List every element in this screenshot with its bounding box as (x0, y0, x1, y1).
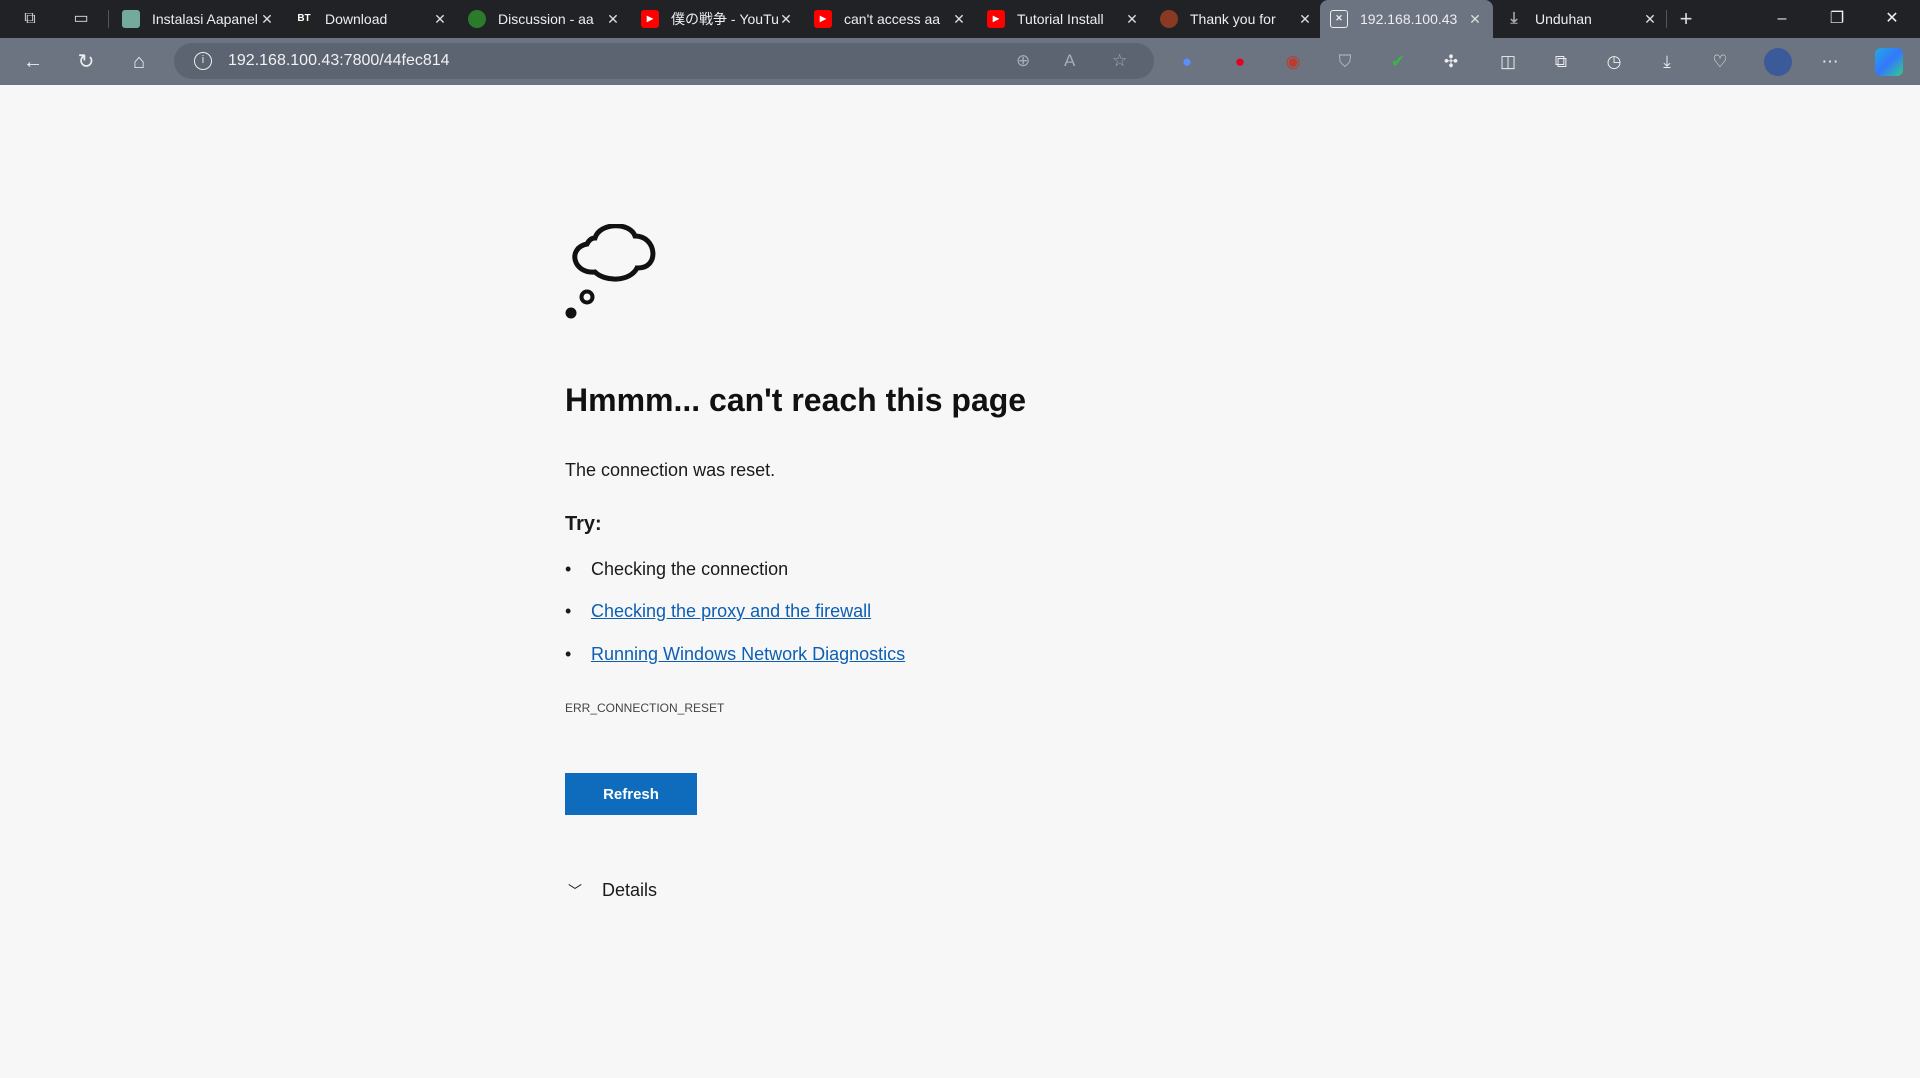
tab-label: 192.168.100.43 (1360, 11, 1458, 27)
collections-icon[interactable]: ⧉ (1549, 50, 1573, 74)
url-text[interactable]: 192.168.100.43:7800/44fec814 (228, 52, 450, 70)
tab-youtube-1[interactable]: ▶ 僕の戦争 - YouTube✕ (631, 0, 804, 38)
details-toggle[interactable]: ﹀ Details (568, 880, 657, 901)
adguard-icon[interactable]: ✔ (1386, 50, 1410, 74)
extension-drop-icon[interactable]: ● (1175, 50, 1199, 74)
tab-instalasi[interactable]: Instalasi Aapanel ✕ (112, 0, 285, 38)
tab-label: Unduhan (1535, 11, 1592, 27)
suggestion-item: • Checking the connection (565, 559, 789, 579)
tab-label: Discussion - aa (498, 11, 594, 27)
close-tab-icon[interactable]: ✕ (778, 11, 794, 28)
error-code: ERR_CONNECTION_RESET (565, 701, 725, 715)
suggestion-item: • Checking the proxy and the firewall (565, 601, 872, 621)
close-tab-icon[interactable]: ✕ (951, 11, 967, 28)
suggestion-text: Checking the connection (591, 559, 789, 579)
youtube-icon: ▶ (814, 10, 832, 28)
close-tab-icon[interactable]: ✕ (1124, 11, 1140, 28)
split-screen-icon[interactable]: ◫ (1496, 50, 1520, 74)
network-diagnostics-link[interactable]: Running Windows Network Diagnostics (591, 644, 905, 664)
more-icon[interactable]: ⋯ (1818, 50, 1842, 74)
toolbar: ← ↻ ⌂ i 192.168.100.43:7800/44fec814 ⊕ A… (0, 38, 1920, 85)
close-tab-icon[interactable]: ✕ (605, 11, 621, 28)
history-icon[interactable]: ◷ (1602, 50, 1626, 74)
tab-bar: ⧉ ▭ Instalasi Aapanel ✕ BT Download ✕ Discu… (0, 0, 1920, 38)
refresh-icon[interactable]: ↻ (73, 49, 99, 75)
close-tab-icon[interactable]: ✕ (1467, 11, 1483, 28)
new-tab-icon[interactable]: + (1676, 8, 1696, 30)
minimize-icon[interactable]: – (1759, 0, 1805, 38)
tab-active-192[interactable]: ✕ 192.168.100.43 ✕ (1320, 0, 1493, 38)
pinterest-icon[interactable]: ● (1228, 50, 1252, 74)
youtube-icon: ▶ (987, 10, 1005, 28)
zoom-icon[interactable]: ⊕ (1016, 51, 1030, 71)
hidden-eye-icon[interactable]: ◉ (1281, 50, 1305, 74)
close-tab-icon[interactable]: ✕ (432, 11, 448, 28)
read-aloud-icon[interactable]: A (1064, 51, 1075, 71)
proxy-firewall-link[interactable]: Checking the proxy and the firewall (591, 601, 871, 621)
close-tab-icon[interactable]: ✕ (1297, 11, 1313, 28)
tab-download[interactable]: BT Download ✕ (285, 0, 458, 38)
chevron-down-icon: ﹀ (568, 882, 582, 899)
tab-label: Thank you for (1190, 11, 1276, 27)
restore-icon[interactable]: ❐ (1814, 0, 1860, 38)
suggestion-item: • Running Windows Network Diagnostics (565, 644, 906, 664)
close-window-icon[interactable]: ✕ (1869, 0, 1915, 38)
tab-thank-you[interactable]: Thank you for ✕ (1150, 0, 1323, 38)
discussion-icon (468, 10, 486, 28)
close-tab-icon[interactable]: ✕ (259, 11, 275, 28)
favorite-star-icon[interactable]: ☆ (1112, 51, 1127, 71)
performance-icon[interactable]: ♡ (1708, 50, 1732, 74)
details-label: Details (602, 880, 658, 900)
info-icon[interactable]: i (194, 52, 212, 70)
home-icon[interactable]: ⌂ (126, 49, 152, 75)
page-title: Hmmm... can't reach this page (565, 382, 1027, 418)
ubuntu-icon (1160, 10, 1178, 28)
error-message: The connection was reset. (565, 460, 776, 480)
divider (1666, 10, 1667, 28)
tab-unduhan[interactable]: ⤓ Unduhan ✕ (1495, 0, 1668, 38)
address-bar[interactable]: i 192.168.100.43:7800/44fec814 ⊕ A ☆ (174, 43, 1154, 79)
download-icon: ⤓ (1510, 10, 1518, 27)
chatgpt-icon (122, 10, 140, 28)
workspaces-icon[interactable]: ⧉ (20, 9, 40, 29)
extensions-icon[interactable]: ✣ (1439, 50, 1463, 74)
tab-youtube-3[interactable]: ▶ Tutorial Install ✕ (977, 0, 1150, 38)
close-tab-icon[interactable]: ✕ (1642, 11, 1658, 28)
tab-label: Download (325, 11, 388, 27)
tab-youtube-2[interactable]: ▶ can't access aa ✕ (804, 0, 977, 38)
copilot-icon[interactable] (1875, 48, 1903, 76)
thought-cloud-icon (565, 223, 665, 329)
shield-icon[interactable]: ⛉ (1333, 50, 1357, 74)
try-heading: Try: (565, 513, 602, 535)
divider (108, 10, 109, 28)
tab-discussion[interactable]: Discussion - aa ✕ (458, 0, 631, 38)
avatar[interactable] (1764, 48, 1792, 76)
tab-actions-icon[interactable]: ▭ (71, 9, 91, 29)
bt-icon: BT (295, 10, 313, 28)
tab-label: Tutorial Install (1017, 11, 1104, 27)
youtube-icon: ▶ (641, 10, 659, 28)
tab-label: Instalasi Aapanel (152, 11, 258, 27)
error-page-icon: ✕ (1330, 10, 1348, 28)
tab-label: can't access aa (844, 11, 941, 27)
downloads-icon[interactable]: ⤓ (1655, 50, 1679, 74)
tab-label: 僕の戦争 - YouTube (671, 11, 778, 27)
refresh-button[interactable]: Refresh (565, 773, 697, 815)
back-icon[interactable]: ← (20, 49, 46, 75)
